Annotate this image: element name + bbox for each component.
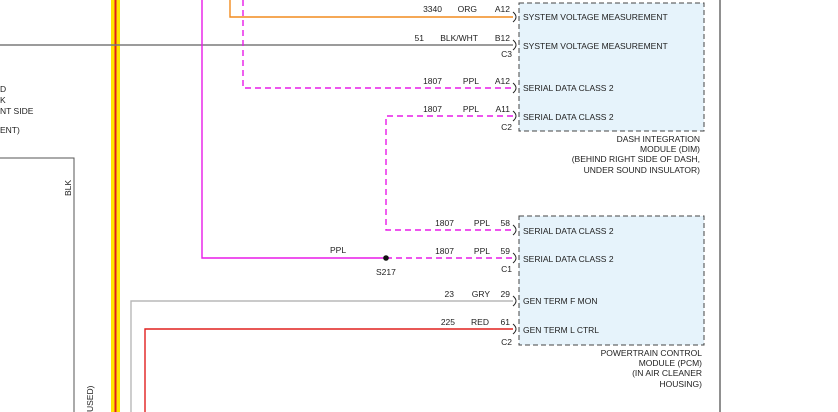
- splice-s217-dot: [383, 255, 389, 261]
- pcm-module-label: HOUSING): [660, 379, 703, 389]
- circuit-number: 1807: [435, 218, 454, 228]
- wire-gry-23: [130, 300, 513, 412]
- wire-color-label: PPL: [463, 76, 479, 86]
- dim-module-label: DASH INTEGRATION: [617, 134, 700, 144]
- dim-module-label: UNDER SOUND INSULATOR): [584, 165, 701, 175]
- circuit-number: 3340: [423, 4, 442, 14]
- circuit-number: 23: [445, 289, 455, 299]
- signal-name: SYSTEM VOLTAGE MEASUREMENT: [523, 12, 668, 22]
- wire-ppl-solid: [201, 0, 386, 259]
- wire-color-label: PPL: [474, 218, 490, 228]
- pcm-module-label: (IN AIR CLEANER: [632, 368, 702, 378]
- left-partial-text: D: [0, 84, 6, 94]
- wire-color-label: PPL: [474, 246, 490, 256]
- connector-pins: [512, 11, 517, 335]
- circuit-number: 1807: [423, 104, 442, 114]
- pin-number: 58: [501, 218, 511, 228]
- pcm-module-label: POWERTRAIN CONTROL: [601, 348, 703, 358]
- pin-number: B12: [495, 33, 510, 43]
- pcm-module-label: MODULE (PCM): [639, 358, 702, 368]
- wire-color-label: GRY: [472, 289, 491, 299]
- dim-module-label: MODULE (DIM): [640, 144, 700, 154]
- circuit-number: 51: [415, 33, 425, 43]
- pin-number: 29: [501, 289, 511, 299]
- signal-name: GEN TERM F MON: [523, 296, 597, 306]
- left-partial-text: ENT): [0, 125, 20, 135]
- vertical-blk-label: BLK: [63, 180, 73, 196]
- connector-label: C2: [501, 122, 512, 132]
- wire-color-label: RED: [471, 317, 489, 327]
- signal-name: SERIAL DATA CLASS 2: [523, 112, 614, 122]
- connector-label: C1: [501, 264, 512, 274]
- connector-label: C3: [501, 49, 512, 59]
- circuit-number: 1807: [423, 76, 442, 86]
- circuit-number: 1807: [435, 246, 454, 256]
- splice-wire-color: PPL: [330, 245, 346, 255]
- signal-name: SERIAL DATA CLASS 2: [523, 254, 614, 264]
- splice-label: S217: [376, 267, 396, 277]
- circuit-number: 225: [441, 317, 455, 327]
- connector-label: C2: [501, 337, 512, 347]
- dim-module-label: (BEHIND RIGHT SIDE OF DASH,: [572, 154, 700, 164]
- signal-name: SERIAL DATA CLASS 2: [523, 226, 614, 236]
- wire-ppl-a11-58: [385, 115, 513, 231]
- wiring-diagram: 3340 ORG A12 SYSTEM VOLTAGE MEASUREMENT …: [0, 0, 721, 412]
- wire-color-label: PPL: [463, 104, 479, 114]
- left-partial-text: NT SIDE: [0, 106, 34, 116]
- wire-color-label: BLK/WHT: [440, 33, 478, 43]
- pin-number: 61: [501, 317, 511, 327]
- left-partial-text: K: [0, 95, 6, 105]
- signal-name: SERIAL DATA CLASS 2: [523, 83, 614, 93]
- red-stripe-vertical: [114, 0, 117, 412]
- wire-color-label: ORG: [458, 4, 477, 14]
- pin-number: A12: [495, 4, 510, 14]
- vertical-used-label: USED): [85, 385, 95, 412]
- pin-number: 59: [501, 246, 511, 256]
- pin-number: A11: [496, 104, 511, 114]
- signal-name: SYSTEM VOLTAGE MEASUREMENT: [523, 41, 668, 51]
- wire-red-225: [144, 328, 513, 412]
- signal-name: GEN TERM L CTRL: [523, 325, 599, 335]
- pin-number: A12: [495, 76, 510, 86]
